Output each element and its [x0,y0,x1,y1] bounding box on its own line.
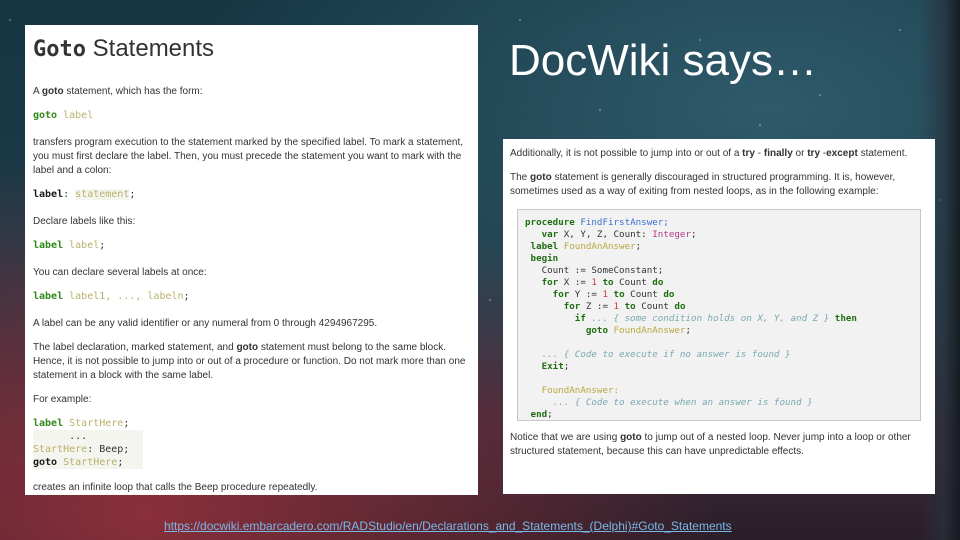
paragraph-declare: Declare labels like this: [33,216,136,227]
panel-title: Goto Statements [33,35,470,63]
title-keyword: Goto [33,37,86,62]
paragraph-valid-identifier: A label can be any valid identifier or a… [33,318,378,329]
code-goto-label: goto label [33,110,94,121]
paragraph-same-block: The label declaration, marked statement,… [33,342,466,381]
paragraph-notice: Notice that we are using goto to jump ou… [510,432,911,457]
docwiki-excerpt-panel: Additionally, it is not possible to jump… [503,139,935,494]
paragraph-for-example: For example: [33,394,92,405]
title-text: Statements [85,35,215,62]
goto-doc-panel: Goto Statements A goto statement, which … [25,25,478,495]
code-example: label StartHere; ... StartHere: Beep; go… [33,417,470,469]
code-label-decl: label label; [33,240,106,251]
code-find-first-answer: procedure FindFirstAnswer; var X, Y, Z, … [517,209,921,421]
paragraph-try-finally: Additionally, it is not possible to jump… [510,148,908,159]
paragraph-discouraged: The goto statement is generally discoura… [510,172,896,197]
docwiki-source-link[interactable]: https://docwiki.embarcadero.com/RADStudi… [164,519,732,533]
paragraph-form: A goto statement, which has the form: [33,86,203,97]
paragraph-infinite-loop: creates an infinite loop that calls the … [33,482,318,493]
slide-heading: DocWiki says… [509,36,818,85]
paragraph-transfers: transfers program execution to the state… [33,137,464,176]
paragraph-several: You can declare several labels at once: [33,267,207,278]
code-multi-label: label label1, ..., labeln; [33,291,190,302]
code-label-statement: label: statement; [33,189,136,200]
